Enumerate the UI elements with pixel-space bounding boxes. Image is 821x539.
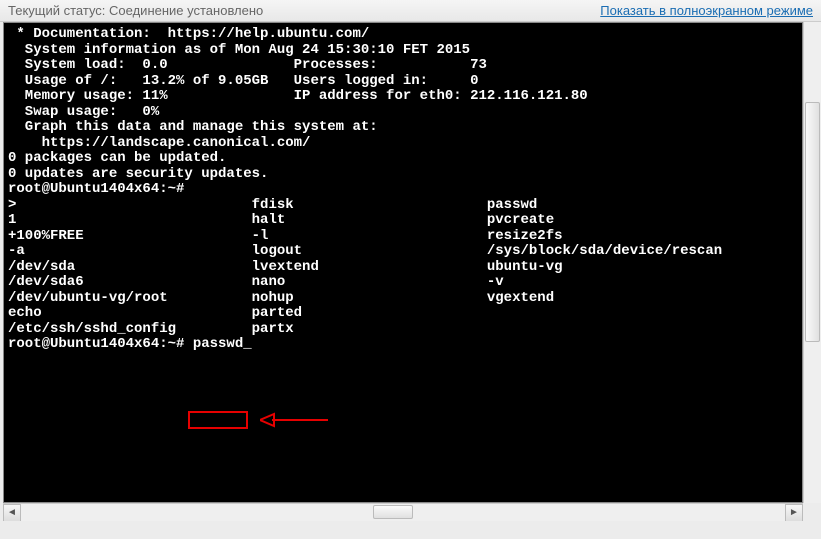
terminal-line: +100%FREE -l resize2fs xyxy=(8,229,798,245)
vertical-scrollbar-thumb[interactable] xyxy=(805,102,820,342)
terminal-line: /dev/sda6 nano -v xyxy=(8,275,798,291)
vertical-scrollbar[interactable] xyxy=(803,22,821,503)
connection-status: Текущий статус: Соединение установлено xyxy=(8,3,263,18)
terminal-line: https://landscape.canonical.com/ xyxy=(8,136,798,152)
terminal-line: root@Ubuntu1404x64:~# passwd_ xyxy=(8,337,798,353)
terminal-wrapper: * Documentation: https://help.ubuntu.com… xyxy=(3,22,803,503)
terminal-line: /dev/sda lvextend ubuntu-vg xyxy=(8,260,798,276)
fullscreen-link[interactable]: Показать в полноэкранном режиме xyxy=(600,3,813,18)
horizontal-scrollbar-thumb[interactable] xyxy=(373,505,413,519)
terminal[interactable]: * Documentation: https://help.ubuntu.com… xyxy=(4,23,802,502)
terminal-line: root@Ubuntu1404x64:~# xyxy=(8,182,798,198)
terminal-line: > fdisk passwd xyxy=(8,198,798,214)
terminal-line: Graph this data and manage this system a… xyxy=(8,120,798,136)
terminal-line: * Documentation: https://help.ubuntu.com… xyxy=(8,27,798,43)
terminal-line: /etc/ssh/sshd_config partx xyxy=(8,322,798,338)
scroll-left-arrow[interactable]: ◄ xyxy=(3,504,21,522)
terminal-line: 0 updates are security updates. xyxy=(8,167,798,183)
header-bar: Текущий статус: Соединение установлено П… xyxy=(0,0,821,22)
terminal-line: 1 halt pvcreate xyxy=(8,213,798,229)
terminal-line: Usage of /: 13.2% of 9.05GB Users logged… xyxy=(8,74,798,90)
horizontal-scrollbar[interactable]: ◄ ► xyxy=(3,503,803,521)
terminal-line: 0 packages can be updated. xyxy=(8,151,798,167)
terminal-line: echo parted xyxy=(8,306,798,322)
terminal-line: Memory usage: 11% IP address for eth0: 2… xyxy=(8,89,798,105)
terminal-line: -a logout /sys/block/sda/device/rescan xyxy=(8,244,798,260)
bottom-padding xyxy=(0,521,821,539)
scroll-right-arrow[interactable]: ► xyxy=(785,504,803,522)
terminal-line: System load: 0.0 Processes: 73 xyxy=(8,58,798,74)
terminal-line: System information as of Mon Aug 24 15:3… xyxy=(8,43,798,59)
terminal-line: /dev/ubuntu-vg/root nohup vgextend xyxy=(8,291,798,307)
terminal-line: Swap usage: 0% xyxy=(8,105,798,121)
